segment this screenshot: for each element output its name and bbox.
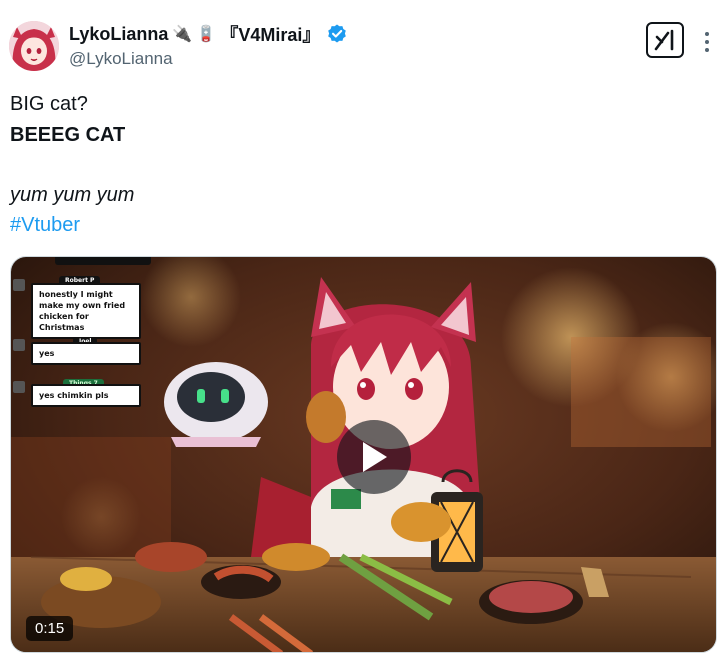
hashtag-link[interactable]: #Vtuber: [10, 212, 80, 238]
grok-icon: [654, 29, 674, 51]
author-handle[interactable]: @LykoLianna: [69, 49, 173, 69]
video-player[interactable]: Robert P honestly I might make my own fr…: [10, 256, 717, 653]
chat-avatar: [13, 339, 25, 351]
chat-message: honestly I might make my own fried chick…: [31, 283, 141, 339]
video-duration: 0:15: [26, 616, 74, 641]
verified-badge-icon: [326, 23, 348, 45]
author-name-row: LykoLianna 🔌 🪫 『V4Mirai』: [69, 22, 348, 46]
tweet: LykoLianna 🔌 🪫 『V4Mirai』 @LykoLianna BIG…: [0, 0, 725, 660]
grok-button[interactable]: [646, 22, 684, 58]
tweet-text-line-3: yum yum yum: [10, 184, 135, 206]
chat-top-fragment: [55, 257, 151, 265]
plug-emoji: 🔌: [172, 26, 193, 43]
tweet-text-line-2: BEEEG CAT: [10, 124, 126, 146]
more-options-icon[interactable]: [697, 32, 717, 52]
tweet-text-line-1: BIG cat?: [10, 93, 88, 115]
avatar[interactable]: [9, 21, 59, 71]
low-battery-emoji: 🪫: [196, 26, 217, 43]
display-name[interactable]: LykoLianna: [69, 24, 168, 45]
chat-avatar: [13, 279, 25, 291]
play-button[interactable]: [337, 420, 411, 494]
play-icon: [363, 442, 387, 472]
display-name-suffix[interactable]: 『V4Mirai』: [220, 21, 320, 47]
chat-message: yes: [31, 342, 141, 365]
chat-message: yes chimkin pls: [31, 384, 141, 407]
chat-avatar: [13, 381, 25, 393]
